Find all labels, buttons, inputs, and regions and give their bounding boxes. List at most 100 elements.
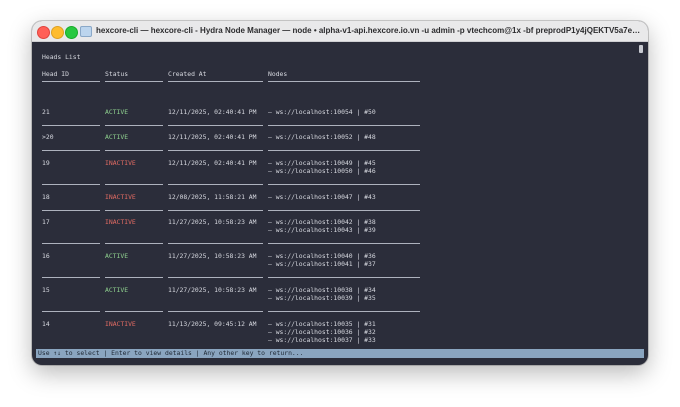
divider bbox=[105, 210, 163, 211]
cell-head-id: 15 bbox=[42, 286, 50, 294]
divider bbox=[168, 150, 263, 151]
cell-nodes: – ws://localhost:10052 | #48 bbox=[268, 133, 376, 141]
header-nodes: Nodes bbox=[268, 70, 288, 78]
divider bbox=[168, 81, 263, 82]
cell-nodes: – ws://localhost:10038 | #34– ws://local… bbox=[268, 286, 376, 302]
cell-nodes: – ws://localhost:10042 | #38– ws://local… bbox=[268, 218, 376, 234]
cell-created-at: 12/11/2025, 02:40:41 PM bbox=[168, 159, 257, 167]
node-entry: – ws://localhost:10052 | #48 bbox=[268, 133, 376, 141]
table-row[interactable]: 18 INACTIVE 12/08/2025, 11:58:21 AM – ws://… bbox=[32, 193, 452, 215]
cell-created-at: 11/27/2025, 10:58:23 AM bbox=[168, 252, 257, 260]
divider bbox=[168, 210, 263, 211]
node-entry: – ws://localhost:10041 | #37 bbox=[268, 260, 376, 268]
node-entry: – ws://localhost:10040 | #36 bbox=[268, 252, 376, 260]
node-entry: – ws://localhost:10035 | #31 bbox=[268, 320, 376, 328]
divider bbox=[105, 311, 163, 312]
cell-nodes: – ws://localhost:10035 | #31– ws://local… bbox=[268, 320, 376, 344]
cell-nodes: – ws://localhost:10049 | #45– ws://local… bbox=[268, 159, 376, 175]
divider bbox=[268, 210, 420, 211]
title-bar: hexcore-cli — hexcore-cli - Hydra Node M… bbox=[32, 21, 648, 42]
cell-status: INACTIVE bbox=[105, 320, 136, 328]
cell-nodes: – ws://localhost:10040 | #36– ws://local… bbox=[268, 252, 376, 268]
cell-head-id: 17 bbox=[42, 218, 50, 226]
cell-nodes: – ws://localhost:10047 | #43 bbox=[268, 193, 376, 201]
cell-status: INACTIVE bbox=[105, 193, 136, 201]
cell-status: ACTIVE bbox=[105, 286, 129, 294]
divider bbox=[42, 210, 100, 211]
divider bbox=[268, 150, 420, 151]
zoom-icon[interactable] bbox=[65, 26, 78, 39]
divider bbox=[105, 277, 163, 278]
divider bbox=[42, 277, 100, 278]
terminal-screen[interactable]: Heads List Head ID Status Created At Nod… bbox=[32, 41, 648, 365]
minimize-icon[interactable] bbox=[51, 26, 64, 39]
node-entry: – ws://localhost:10049 | #45 bbox=[268, 159, 376, 167]
table-row[interactable]: 19 INACTIVE 12/11/2025, 02:40:41 PM – ws://… bbox=[32, 159, 452, 189]
divider bbox=[42, 150, 100, 151]
divider bbox=[268, 311, 420, 312]
divider bbox=[42, 311, 100, 312]
list-title: Heads List bbox=[42, 53, 81, 61]
node-entry: – ws://localhost:10054 | #50 bbox=[268, 108, 376, 116]
cell-head-id: 19 bbox=[42, 159, 50, 167]
cell-created-at: 11/27/2025, 10:58:23 AM bbox=[168, 286, 257, 294]
cell-head-id: 14 bbox=[42, 320, 50, 328]
cell-status: ACTIVE bbox=[105, 108, 129, 116]
node-entry: – ws://localhost:10047 | #43 bbox=[268, 193, 376, 201]
table-header: Head ID Status Created At Nodes bbox=[32, 70, 452, 82]
table-row[interactable]: 17 INACTIVE 11/27/2025, 10:58:23 AM – ws://… bbox=[32, 218, 452, 248]
cell-head-id: 18 bbox=[42, 193, 50, 201]
cell-status: INACTIVE bbox=[105, 159, 136, 167]
divider bbox=[168, 125, 263, 126]
cell-status: ACTIVE bbox=[105, 252, 129, 260]
header-head-id: Head ID bbox=[42, 70, 69, 78]
header-created-at: Created At bbox=[168, 70, 207, 78]
divider bbox=[105, 81, 163, 82]
divider bbox=[268, 81, 420, 82]
cell-status: INACTIVE bbox=[105, 218, 136, 226]
table-row[interactable]: 15 ACTIVE 11/27/2025, 10:58:23 AM – ws://lo… bbox=[32, 286, 452, 316]
divider bbox=[168, 311, 263, 312]
close-icon[interactable] bbox=[37, 26, 50, 39]
divider bbox=[168, 184, 263, 185]
cell-created-at: 12/11/2025, 02:40:41 PM bbox=[168, 133, 257, 141]
cell-head-id: >20 bbox=[42, 133, 54, 141]
divider bbox=[268, 184, 420, 185]
divider bbox=[268, 125, 420, 126]
divider bbox=[105, 184, 163, 185]
divider bbox=[42, 125, 100, 126]
divider bbox=[105, 150, 163, 151]
divider bbox=[268, 243, 420, 244]
node-entry: – ws://localhost:10050 | #46 bbox=[268, 167, 376, 175]
cell-head-id: 16 bbox=[42, 252, 50, 260]
scrollbar-thumb[interactable] bbox=[639, 45, 643, 53]
folder-icon bbox=[80, 26, 92, 37]
terminal-window: hexcore-cli — hexcore-cli - Hydra Node M… bbox=[32, 21, 648, 365]
window-title: hexcore-cli — hexcore-cli - Hydra Node M… bbox=[96, 26, 642, 35]
node-entry: – ws://localhost:10042 | #38 bbox=[268, 218, 376, 226]
table-row[interactable]: 21 ACTIVE 12/11/2025, 02:40:41 PM – ws://lo… bbox=[32, 108, 452, 130]
cell-created-at: 11/27/2025, 10:58:23 AM bbox=[168, 218, 257, 226]
divider bbox=[168, 243, 263, 244]
help-bar: Use ↑↓ to select | Enter to view details… bbox=[36, 349, 644, 358]
table-row[interactable]: >20 ACTIVE 12/11/2025, 02:40:41 PM – ws://l… bbox=[32, 133, 452, 155]
cell-nodes: – ws://localhost:10054 | #50 bbox=[268, 108, 376, 116]
node-entry: – ws://localhost:10043 | #39 bbox=[268, 226, 376, 234]
cell-created-at: 12/08/2025, 11:58:21 AM bbox=[168, 193, 257, 201]
cell-status: ACTIVE bbox=[105, 133, 129, 141]
node-entry: – ws://localhost:10036 | #32 bbox=[268, 328, 376, 336]
node-entry: – ws://localhost:10039 | #35 bbox=[268, 294, 376, 302]
header-status: Status bbox=[105, 70, 129, 78]
node-entry: – ws://localhost:10037 | #33 bbox=[268, 336, 376, 344]
divider bbox=[168, 277, 263, 278]
table-row[interactable]: 16 ACTIVE 11/27/2025, 10:58:23 AM – ws://lo… bbox=[32, 252, 452, 282]
cell-head-id: 21 bbox=[42, 108, 50, 116]
divider bbox=[42, 184, 100, 185]
node-entry: – ws://localhost:10038 | #34 bbox=[268, 286, 376, 294]
cell-created-at: 11/13/2025, 09:45:12 AM bbox=[168, 320, 257, 328]
divider bbox=[42, 81, 100, 82]
divider bbox=[105, 243, 163, 244]
divider bbox=[105, 125, 163, 126]
divider bbox=[268, 277, 420, 278]
cell-created-at: 12/11/2025, 02:40:41 PM bbox=[168, 108, 257, 116]
